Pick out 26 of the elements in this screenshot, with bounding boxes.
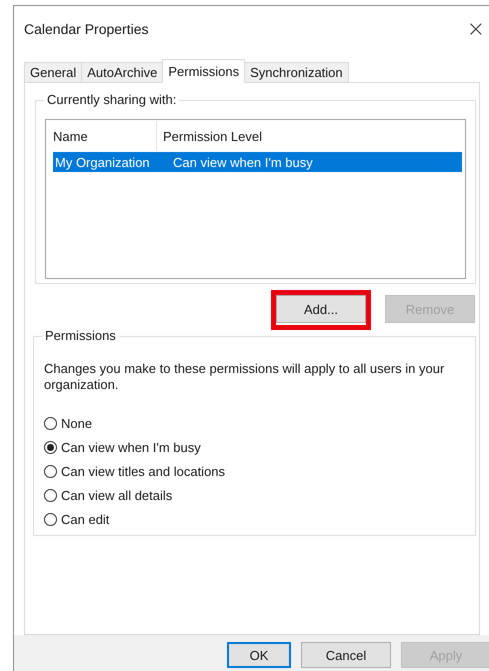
- group-legend: Currently sharing with:: [44, 92, 180, 108]
- dialog-button[interactable]: OK: [227, 642, 291, 668]
- radio-button[interactable]: [44, 465, 57, 478]
- description-text: Changes you make to these permissions will apply to all users in your organization.: [44, 361, 446, 393]
- close-button[interactable]: ×: [462, 16, 489, 42]
- tab[interactable]: AutoArchive: [81, 62, 164, 82]
- radio-button[interactable]: [44, 489, 57, 502]
- tab[interactable]: Synchronization: [244, 62, 349, 82]
- column-header[interactable]: Name: [47, 121, 157, 151]
- dialog-button[interactable]: Add...: [276, 295, 366, 323]
- window-title: Calendar Properties: [24, 21, 149, 37]
- radio-button[interactable]: [44, 513, 57, 526]
- list-cell-text: My Organization: [54, 154, 151, 170]
- radio-button[interactable]: [44, 441, 57, 454]
- radio-option[interactable]: Can view when I'm busy: [44, 439, 467, 456]
- radio-option[interactable]: Can view titles and locations: [44, 463, 467, 480]
- list-row[interactable]: My Organization Can view when I'm busy: [53, 152, 462, 172]
- radio-option[interactable]: Can edit: [44, 511, 467, 528]
- radio-option[interactable]: Can view all details: [44, 487, 467, 504]
- radio-option[interactable]: None: [44, 415, 467, 432]
- column-header[interactable]: Permission Level: [157, 121, 262, 151]
- list-cell-text: Can view when I'm busy: [172, 154, 313, 170]
- radio-button[interactable]: [44, 417, 57, 430]
- tab[interactable]: Permissions: [162, 59, 246, 83]
- tab[interactable]: General: [24, 62, 82, 82]
- dialog-button[interactable]: Cancel: [301, 642, 391, 668]
